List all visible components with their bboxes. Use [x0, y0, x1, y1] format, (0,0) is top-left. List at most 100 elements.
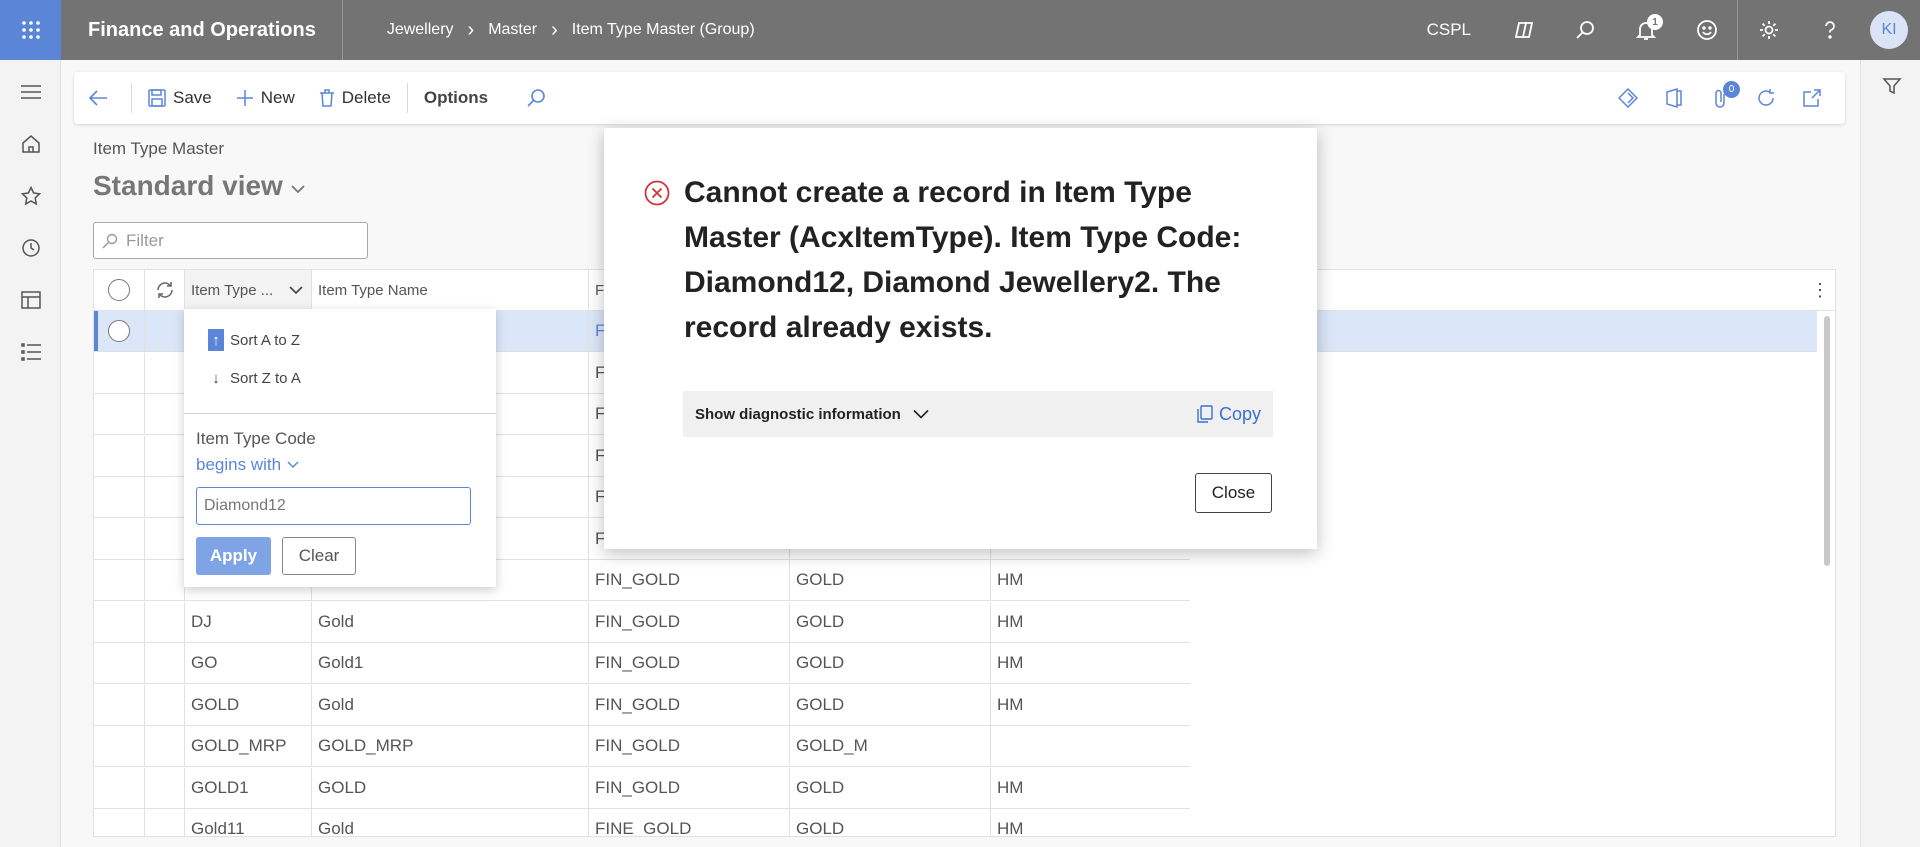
view-selector[interactable]: Standard view: [93, 170, 305, 202]
refresh-grid-icon[interactable]: [145, 270, 185, 310]
table-cell-fin[interactable]: FIN_GOLD: [589, 643, 789, 683]
clear-button[interactable]: Clear: [282, 537, 356, 575]
sort-z-to-a-option[interactable]: ↓ Sort Z to A: [184, 359, 496, 397]
row-select-checkbox[interactable]: [94, 602, 144, 642]
hamburger-menu-icon[interactable]: [0, 66, 61, 118]
home-icon[interactable]: [0, 118, 61, 170]
table-cell-metal[interactable]: GOLD: [790, 643, 990, 683]
settings-gear-icon[interactable]: [1738, 0, 1799, 60]
table-cell-metal[interactable]: GOLD: [790, 768, 990, 808]
row-select-checkbox[interactable]: [94, 477, 144, 517]
save-button[interactable]: Save: [136, 72, 224, 124]
table-row[interactable]: GOLD_MRP GOLD_MRP FIN_GOLD GOLD_M: [94, 726, 1190, 767]
table-cell-name[interactable]: Gold: [312, 685, 588, 725]
row-select-checkbox[interactable]: [94, 436, 144, 476]
row-select-checkbox[interactable]: [94, 394, 144, 434]
copy-button[interactable]: Copy: [1197, 391, 1261, 437]
table-cell-hm[interactable]: HM: [991, 643, 1190, 683]
table-cell-code[interactable]: GOLD_MRP: [185, 726, 311, 766]
table-cell-fin[interactable]: FIN_GOLD: [589, 602, 789, 642]
recent-clock-icon[interactable]: [0, 222, 61, 274]
row-select-checkbox[interactable]: [94, 519, 144, 559]
column-header-item-type-name[interactable]: Item Type Name: [312, 270, 588, 310]
table-cell-fin[interactable]: FINE_GOLD: [589, 809, 789, 836]
app-title[interactable]: Finance and Operations: [61, 0, 343, 60]
sort-a-to-z-option[interactable]: ↑ Sort A to Z: [184, 321, 496, 359]
filter-operator-dropdown[interactable]: begins with: [184, 455, 496, 475]
table-cell-name[interactable]: GOLD_MRP: [312, 726, 588, 766]
grid-scrollbar[interactable]: [1824, 316, 1830, 566]
table-cell-hm[interactable]: HM: [991, 809, 1190, 836]
table-cell-code[interactable]: Gold11: [185, 809, 311, 836]
table-cell-name[interactable]: GOLD: [312, 768, 588, 808]
column-header-item-type-code[interactable]: Item Type ...: [185, 270, 311, 310]
row-select-checkbox[interactable]: [94, 353, 144, 393]
close-button[interactable]: Close: [1195, 473, 1272, 513]
more-options-icon[interactable]: ⋮: [1810, 270, 1830, 310]
power-apps-icon[interactable]: [1605, 72, 1651, 124]
filter-value-input[interactable]: Diamond12: [196, 487, 471, 525]
row-select-checkbox[interactable]: [94, 809, 144, 836]
table-cell-metal[interactable]: GOLD: [790, 602, 990, 642]
favorites-star-icon[interactable]: [0, 170, 61, 222]
notifications-bell-icon[interactable]: 1: [1615, 0, 1676, 60]
breadcrumb-item-type-master[interactable]: Item Type Master (Group): [572, 21, 755, 39]
office-icon[interactable]: [1651, 72, 1697, 124]
table-cell-fin[interactable]: FIN_GOLD: [589, 560, 789, 600]
row-select-checkbox[interactable]: [94, 726, 144, 766]
new-button[interactable]: New: [224, 72, 307, 124]
table-cell-code[interactable]: GOLD1: [185, 768, 311, 808]
breadcrumb-jewellery[interactable]: Jewellery: [387, 21, 454, 39]
table-cell-hm[interactable]: HM: [991, 602, 1190, 642]
workspaces-icon[interactable]: [0, 274, 61, 326]
table-row[interactable]: Gold11 Gold FINE_GOLD GOLD HM: [94, 809, 1190, 836]
refresh-icon[interactable]: [1743, 72, 1789, 124]
table-cell-fin[interactable]: FIN_GOLD: [589, 685, 789, 725]
table-cell-hm[interactable]: HM: [991, 685, 1190, 725]
company-picker[interactable]: CSPL: [1427, 20, 1471, 40]
open-in-new-window-icon[interactable]: [1789, 72, 1835, 124]
filter-pane-icon[interactable]: [1861, 60, 1920, 112]
table-row[interactable]: GOLD Gold FIN_GOLD GOLD HM: [94, 684, 1190, 726]
show-diagnostic-toggle[interactable]: Show diagnostic information Copy: [683, 391, 1273, 437]
feedback-smiley-icon[interactable]: [1676, 0, 1737, 60]
row-select-checkbox[interactable]: [94, 560, 144, 600]
table-cell-hm[interactable]: HM: [991, 560, 1190, 600]
app-launcher-icon[interactable]: [0, 0, 61, 60]
breadcrumb-master[interactable]: Master: [488, 21, 537, 39]
table-row[interactable]: GOLD1 GOLD FIN_GOLD GOLD HM: [94, 767, 1190, 809]
table-cell-fin[interactable]: FIN_GOLD: [589, 768, 789, 808]
table-cell-hm[interactable]: HM: [991, 768, 1190, 808]
grid-filter-input[interactable]: Filter: [93, 222, 368, 259]
table-cell-hm[interactable]: [991, 726, 1190, 766]
row-select-checkbox[interactable]: [94, 643, 144, 683]
table-cell-name[interactable]: Gold1: [312, 643, 588, 683]
table-cell-code[interactable]: GOLD: [185, 685, 311, 725]
table-cell-metal[interactable]: GOLD_M: [790, 726, 990, 766]
table-cell-name[interactable]: Gold: [312, 602, 588, 642]
table-row[interactable]: GO Gold1 FIN_GOLD GOLD HM: [94, 643, 1190, 684]
delete-button[interactable]: Delete: [307, 72, 403, 124]
table-cell-metal[interactable]: GOLD: [790, 560, 990, 600]
select-all-checkbox[interactable]: [94, 270, 144, 310]
row-select-checkbox[interactable]: [94, 685, 144, 725]
back-arrow-icon[interactable]: [74, 72, 127, 124]
help-icon[interactable]: [1799, 0, 1860, 60]
table-cell-fin[interactable]: FIN_GOLD: [589, 726, 789, 766]
action-search-icon[interactable]: [514, 72, 565, 124]
search-icon[interactable]: [1554, 0, 1615, 60]
modules-list-icon[interactable]: [0, 326, 61, 378]
apply-button[interactable]: Apply: [196, 537, 271, 575]
table-cell-code[interactable]: GO: [185, 643, 311, 683]
user-avatar[interactable]: KI: [1870, 11, 1908, 49]
row-select-checkbox[interactable]: [94, 311, 144, 351]
table-cell-metal[interactable]: GOLD: [790, 809, 990, 836]
options-tab[interactable]: Options: [412, 72, 500, 124]
table-cell-metal[interactable]: GOLD: [790, 685, 990, 725]
row-select-checkbox[interactable]: [94, 768, 144, 808]
attachments-icon[interactable]: 0: [1697, 72, 1743, 124]
copilot-icon[interactable]: [1493, 0, 1554, 60]
table-cell-name[interactable]: Gold: [312, 809, 588, 836]
table-cell-code[interactable]: DJ: [185, 602, 311, 642]
table-row[interactable]: DJ Gold FIN_GOLD GOLD HM: [94, 601, 1190, 643]
